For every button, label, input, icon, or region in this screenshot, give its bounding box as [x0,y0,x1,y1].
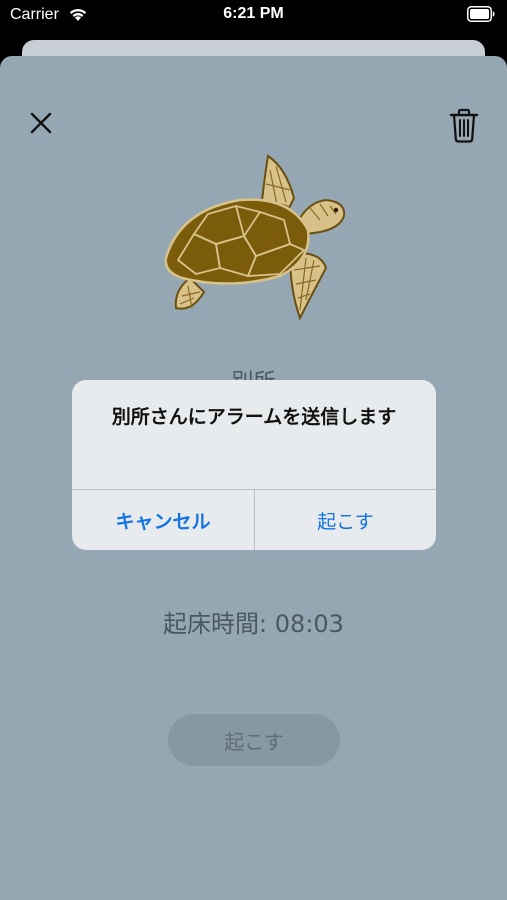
sea-turtle-icon [164,154,346,320]
status-time: 6:21 PM [223,5,284,22]
alarm-confirm-alert: 別所さんにアラームを送信します キャンセル 起こす [72,380,436,550]
battery-icon [467,6,495,22]
wake-button[interactable]: 起こす [168,714,340,766]
delete-button[interactable] [448,108,480,144]
alert-wake-button[interactable]: 起こす [255,490,436,550]
alert-cancel-button[interactable]: キャンセル [72,490,254,550]
alert-message: 別所さんにアラームを送信します [111,406,397,428]
trash-icon [449,108,479,143]
status-bar: Carrier 6:21 PM [0,0,507,32]
close-icon [30,112,52,134]
wake-time-label: 起床時間: 08:03 [163,610,344,638]
close-button[interactable] [26,108,56,138]
